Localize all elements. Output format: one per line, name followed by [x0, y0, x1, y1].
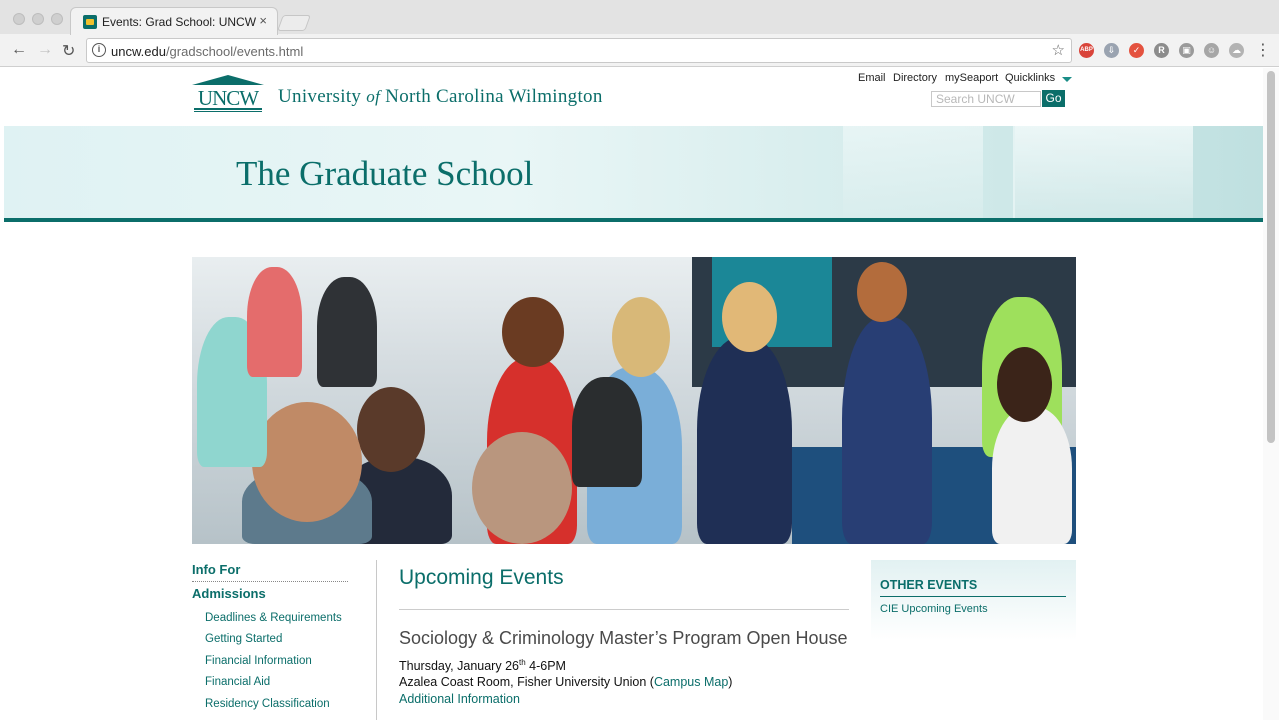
hero-person-head: [857, 262, 907, 322]
uncw-logo[interactable]: UNCW: [192, 75, 264, 113]
nav-item-financial-information[interactable]: Financial Information: [205, 655, 312, 667]
browser-toolbar: ← → ↻ i uncw.edu/gradschool/events.html …: [0, 34, 1279, 67]
nav-admissions[interactable]: Admissions: [192, 586, 266, 601]
event-title: Sociology & Criminology Master’s Program…: [399, 628, 848, 648]
url-host: uncw.edu: [111, 44, 166, 59]
hero-person: [992, 407, 1072, 544]
campus-map-link[interactable]: Campus Map: [654, 675, 728, 689]
screenshot-icon[interactable]: ▣: [1179, 43, 1194, 58]
banner-decoration: [843, 126, 983, 218]
robot-icon[interactable]: ☺: [1204, 43, 1219, 58]
university-name-of: of: [366, 87, 381, 106]
event-location-text: Azalea Coast Room, Fisher University Uni…: [399, 675, 654, 689]
event-date: Thursday, January 26th 4-6PM: [399, 658, 566, 673]
hero-backpack: [572, 377, 642, 487]
url-path: /gradschool/events.html: [165, 44, 304, 59]
hero-person: [842, 317, 932, 544]
event-location: Azalea Coast Room, Fisher University Uni…: [399, 675, 732, 689]
directory-link[interactable]: Directory: [893, 72, 937, 84]
nav-item-deadlines[interactable]: Deadlines & Requirements: [205, 612, 342, 624]
myseaport-link[interactable]: mySeaport: [945, 72, 998, 84]
hero-person-head: [997, 347, 1052, 422]
web-page: UNCW University of North Carolina Wilmin…: [4, 68, 1263, 720]
hero-person-head: [472, 432, 572, 544]
graduate-school-banner: The Graduate School: [4, 126, 1263, 218]
new-tab-button[interactable]: [277, 15, 311, 31]
hero-person: [247, 267, 302, 377]
tab-title: Events: Grad School: UNCW: [102, 15, 257, 29]
nav-item-getting-started[interactable]: Getting Started: [205, 633, 282, 645]
event-time: 4-6PM: [525, 659, 566, 674]
address-bar[interactable]: i uncw.edu/gradschool/events.html ☆: [86, 38, 1072, 63]
back-arrow-icon[interactable]: ←: [11, 41, 27, 59]
bookmark-star-icon[interactable]: ☆: [1052, 41, 1065, 59]
hero-person-head: [612, 297, 670, 377]
page-title: Upcoming Events: [399, 566, 564, 589]
hero-person-head: [357, 387, 425, 472]
logo-base-icon: [194, 108, 262, 112]
university-name-part1: University: [278, 86, 362, 107]
readability-icon[interactable]: R: [1154, 43, 1169, 58]
content-divider: [376, 560, 377, 720]
other-events-box: OTHER EVENTS CIE Upcoming Events: [871, 560, 1076, 640]
url-text: uncw.edu/gradschool/events.html: [111, 44, 303, 59]
nav-item-financial-aid[interactable]: Financial Aid: [205, 676, 270, 688]
cie-upcoming-events-link[interactable]: CIE Upcoming Events: [880, 603, 988, 615]
logo-roof-icon: [192, 75, 264, 85]
uncw-favicon-icon: [83, 15, 97, 29]
university-name[interactable]: University of North Carolina Wilmington: [278, 86, 603, 108]
quicklinks-link[interactable]: Quicklinks: [1005, 72, 1055, 84]
nav-info-for[interactable]: Info For: [192, 562, 240, 577]
event-location-close: ): [728, 675, 733, 689]
minimize-window-button[interactable]: [32, 13, 44, 25]
reload-icon[interactable]: ↻: [62, 41, 75, 61]
hero-photo: [192, 257, 1076, 544]
adblock-plus-icon[interactable]: ABP: [1079, 43, 1094, 58]
browser-tab[interactable]: Events: Grad School: UNCW ×: [70, 7, 278, 35]
search-go-button[interactable]: Go: [1042, 90, 1065, 107]
banner-title[interactable]: The Graduate School: [236, 154, 533, 194]
pocket-icon[interactable]: ✓: [1129, 43, 1144, 58]
download-icon[interactable]: ⇩: [1104, 43, 1119, 58]
quicklinks-caret-icon[interactable]: [1062, 77, 1072, 82]
nav-divider: [192, 581, 348, 582]
search-input[interactable]: [931, 91, 1041, 107]
hero-person-head: [502, 297, 564, 367]
event-date-suffix: th: [518, 658, 526, 667]
event-date-text: Thursday, January 26: [399, 659, 519, 674]
tab-close-icon[interactable]: ×: [259, 13, 267, 28]
hero-person-head: [252, 402, 362, 522]
browser-chrome: Events: Grad School: UNCW × ← → ↻ i uncw…: [0, 0, 1279, 67]
other-events-divider: [880, 596, 1066, 597]
hero-backpack: [317, 277, 377, 387]
cloud-icon[interactable]: ☁: [1229, 43, 1244, 58]
hero-person: [697, 337, 792, 544]
other-events-title: OTHER EVENTS: [880, 578, 978, 592]
site-info-icon[interactable]: i: [92, 43, 106, 57]
hero-person-head: [722, 282, 777, 352]
maximize-window-button[interactable]: [51, 13, 63, 25]
scrollbar-thumb[interactable]: [1267, 71, 1275, 443]
forward-arrow-icon[interactable]: →: [37, 41, 53, 59]
additional-information-link[interactable]: Additional Information: [399, 692, 520, 706]
browser-menu-icon[interactable]: ⋮: [1255, 40, 1271, 60]
page-scrollbar[interactable]: [1263, 68, 1279, 720]
banner-column-decoration: [1013, 126, 1193, 218]
tab-strip: Events: Grad School: UNCW ×: [0, 0, 1279, 35]
university-name-part2: North Carolina Wilmington: [385, 86, 603, 107]
nav-item-residency[interactable]: Residency Classification: [205, 698, 330, 710]
banner-divider: [4, 218, 1263, 222]
close-window-button[interactable]: [13, 13, 25, 25]
email-link[interactable]: Email: [858, 72, 886, 84]
title-divider: [399, 609, 849, 610]
